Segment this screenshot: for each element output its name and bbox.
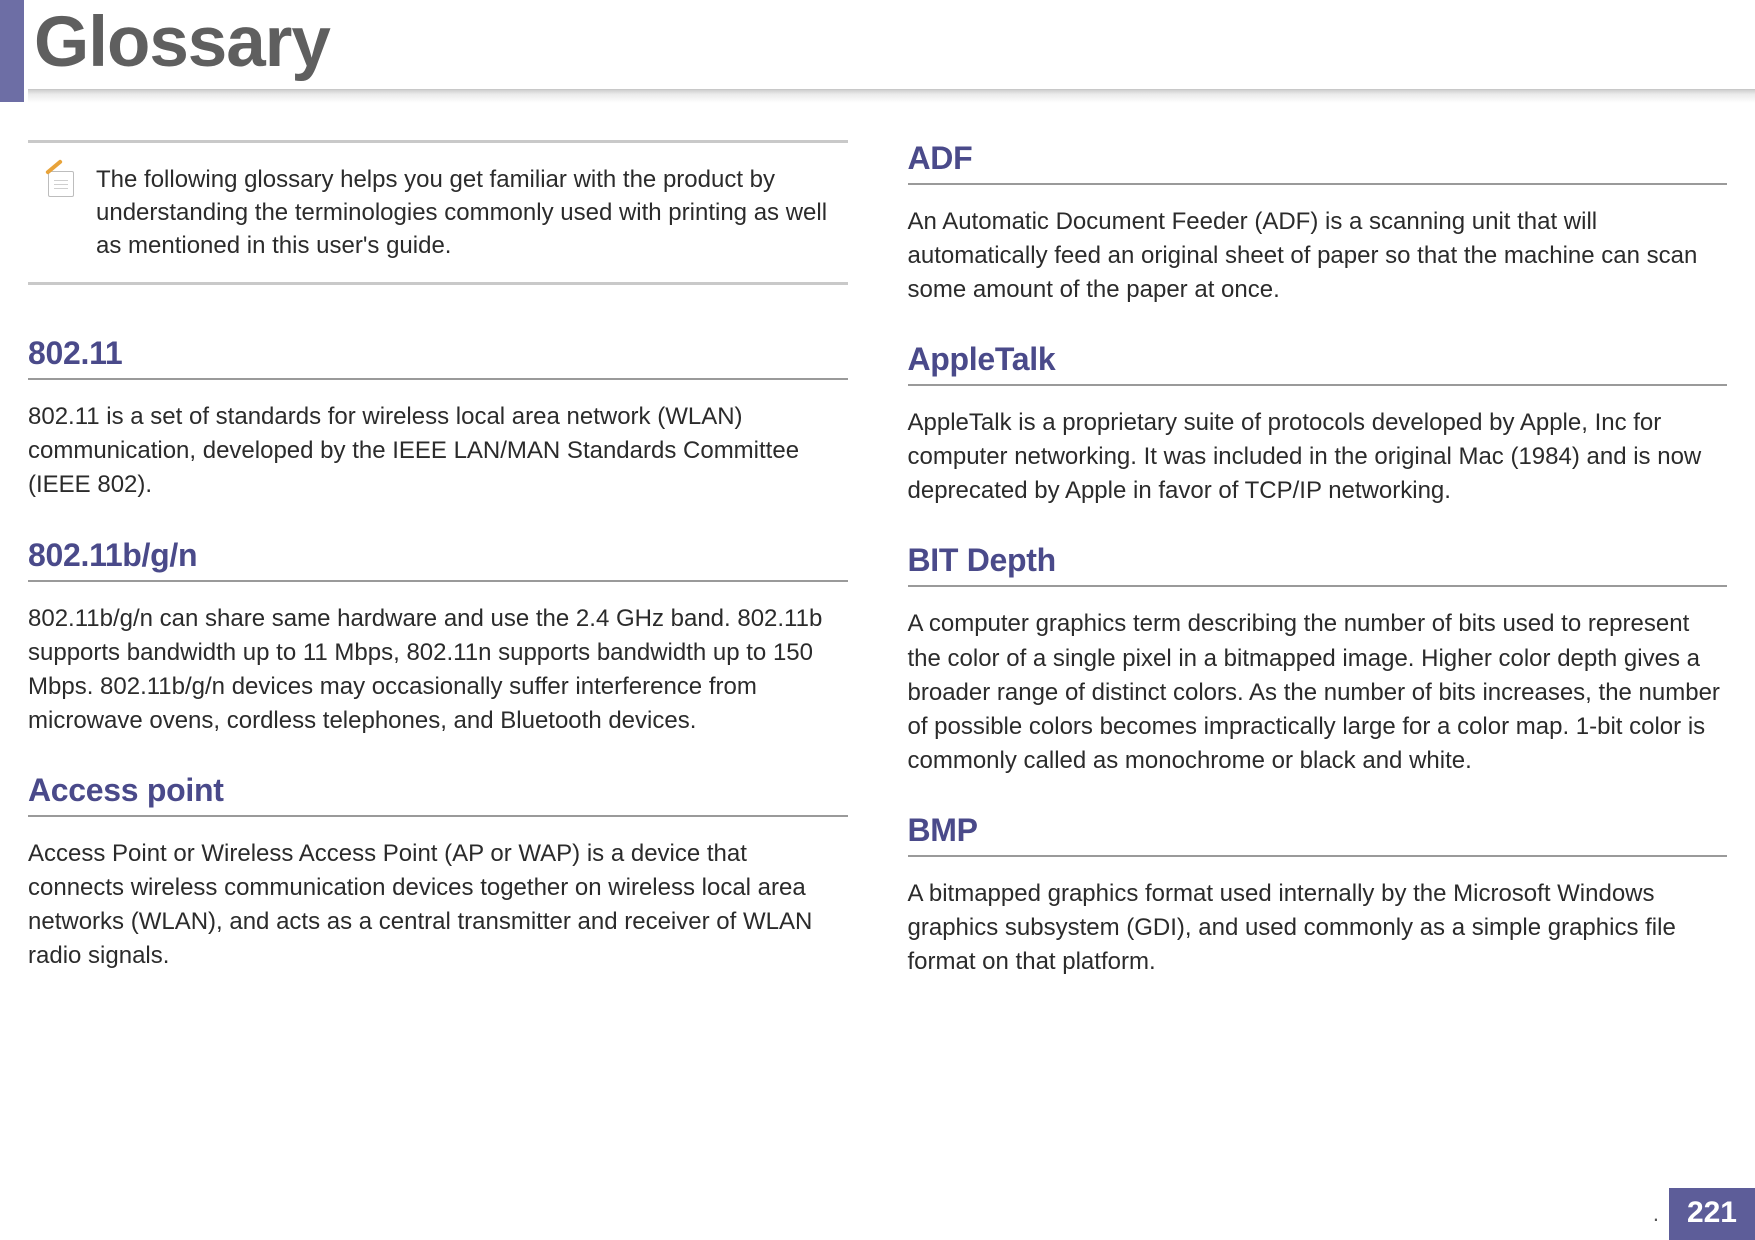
note-text: The following glossary helps you get fam… [96, 163, 830, 262]
note-icon [42, 163, 78, 199]
term-heading: Access point [28, 772, 848, 817]
term-heading: 802.11 [28, 335, 848, 380]
term-definition: AppleTalk is a proprietary suite of prot… [908, 406, 1728, 508]
intro-note: The following glossary helps you get fam… [28, 140, 848, 285]
term-definition: A computer graphics term describing the … [908, 607, 1728, 777]
page-number: 221 [1669, 1188, 1755, 1240]
term-heading: BIT Depth [908, 542, 1728, 587]
term-definition: 802.11 is a set of standards for wireles… [28, 400, 848, 502]
side-tab [0, 0, 24, 102]
term-definition: An Automatic Document Feeder (ADF) is a … [908, 205, 1728, 307]
term-heading: BMP [908, 812, 1728, 857]
page-footer: . 221 [1653, 1188, 1755, 1240]
header-divider [28, 89, 1755, 103]
term-definition: A bitmapped graphics format used interna… [908, 877, 1728, 979]
content-area: The following glossary helps you get fam… [28, 140, 1727, 1150]
term-heading: AppleTalk [908, 341, 1728, 386]
right-column: ADF An Automatic Document Feeder (ADF) i… [908, 140, 1728, 1150]
term-definition: Access Point or Wireless Access Point (A… [28, 837, 848, 973]
term-definition: 802.11b/g/n can share same hardware and … [28, 602, 848, 738]
left-column: The following glossary helps you get fam… [28, 140, 848, 1150]
term-heading: ADF [908, 140, 1728, 185]
page-header: Glossary [0, 0, 1755, 105]
footer-dot: . [1653, 1201, 1659, 1227]
page-title: Glossary [34, 2, 330, 83]
term-heading: 802.11b/g/n [28, 537, 848, 582]
